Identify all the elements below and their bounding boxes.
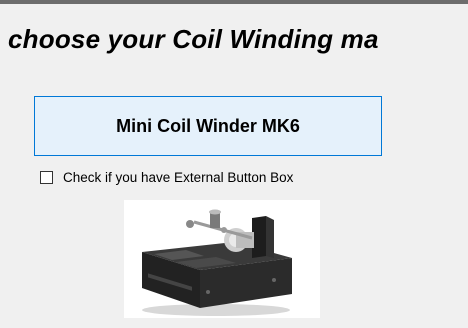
coil-winder-machine-image: [124, 200, 320, 318]
page-heading: choose your Coil Winding ma: [8, 24, 379, 54]
external-button-box-label: Check if you have External Button Box: [63, 170, 294, 185]
mini-coil-winder-button[interactable]: Mini Coil Winder MK6: [34, 96, 382, 156]
machine-button-label: Mini Coil Winder MK6: [116, 115, 300, 136]
window-top-border: [0, 0, 468, 4]
external-button-box-checkbox[interactable]: [40, 171, 53, 184]
external-button-box-option[interactable]: Check if you have External Button Box: [40, 170, 293, 185]
